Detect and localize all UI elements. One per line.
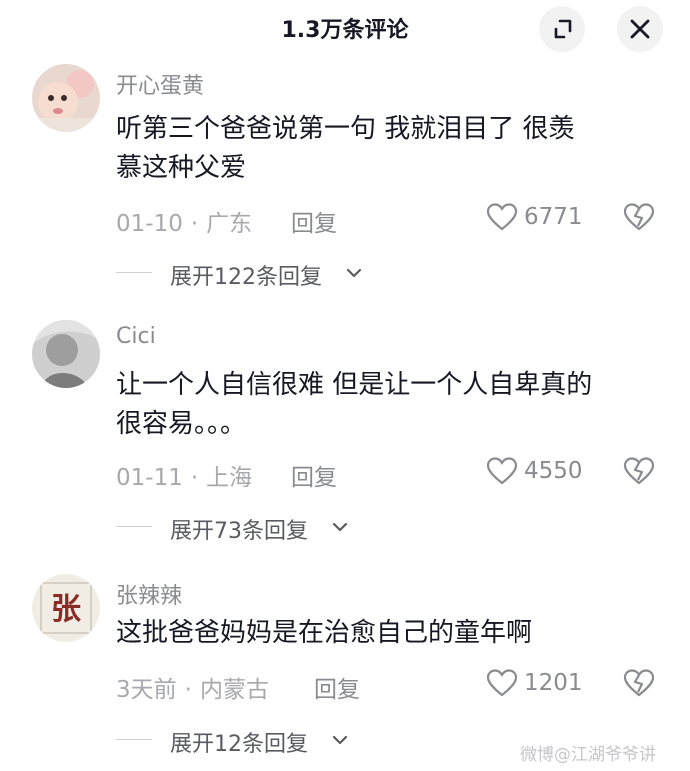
comment-text-line: 听第三个爸爸说第一句 我就泪目了 很羡 (116, 114, 575, 144)
avatar[interactable] (32, 64, 100, 132)
dislike-button[interactable] (623, 202, 655, 236)
avatar[interactable]: 张 (32, 574, 100, 642)
character-avatar-icon: 张 (32, 574, 100, 642)
dislike-button[interactable] (623, 456, 655, 490)
comment-date: 01-10 (116, 211, 183, 237)
watermark: 微博@江湖爷爷讲 (520, 745, 656, 765)
chevron-down-icon (346, 268, 362, 278)
comment-username[interactable]: 开心蛋黄 (116, 68, 204, 100)
avatar[interactable] (32, 320, 100, 388)
expand-button[interactable] (539, 6, 585, 52)
comment-meta: 3天前 · 内蒙古 (116, 677, 269, 703)
reply-button[interactable]: 回复 (291, 204, 337, 238)
divider-line (116, 526, 152, 527)
expand-replies-label: 展开122条回复 (170, 265, 322, 290)
like-count: 6771 (524, 204, 583, 230)
like-count: 4550 (524, 458, 583, 484)
comment-location: 上海 (206, 465, 253, 491)
chevron-down-icon (332, 735, 348, 745)
chevron-down-icon (332, 522, 348, 532)
divider-line (116, 272, 152, 273)
comment-text-line: 很容易。。。 (116, 409, 247, 439)
heart-icon (486, 457, 518, 485)
comment-text: 听第三个爸爸说第一句 我就泪目了 很羡 慕这种父爱 (116, 110, 656, 188)
comment-item: 开心蛋黄 听第三个爸爸说第一句 我就泪目了 很羡 慕这种父爱 01-10 · 广东 … (0, 64, 690, 294)
avatar-character: 张 (51, 592, 81, 627)
comment-date: 3天前 (116, 677, 177, 703)
comment-location: 广东 (206, 211, 253, 237)
reply-button[interactable]: 回复 (291, 458, 337, 492)
divider-line (116, 739, 152, 740)
comment-meta: 01-11 · 上海 (116, 465, 253, 491)
comment-text: 这批爸爸妈妈是在治愈自己的童年啊 (116, 614, 656, 653)
heart-icon (486, 203, 518, 231)
comment-text-line: 慕这种父爱 (116, 153, 247, 183)
broken-heart-icon (623, 457, 655, 485)
comment-date: 01-11 (116, 465, 183, 491)
comment-item: Cici 让一个人自信很难 但是让一个人自卑真的 很容易。。。 01-11 · 上海… (0, 320, 690, 550)
comments-header: 1.3万条评论 (0, 0, 690, 54)
close-button[interactable] (617, 6, 663, 52)
comment-text-line: 这批爸爸妈妈是在治愈自己的童年啊 (116, 618, 533, 648)
comment-username[interactable]: 张辣辣 (116, 578, 182, 610)
comment-item: 张 张辣辣 这批爸爸妈妈是在治愈自己的童年啊 3天前 · 内蒙古 回复 1201 展… (0, 574, 690, 764)
comment-text-line: 让一个人自信很难 但是让一个人自卑真的 (116, 370, 593, 400)
comment-location: 内蒙古 (199, 677, 269, 703)
expand-replies-label: 展开12条回复 (170, 732, 308, 757)
expand-replies-label: 展开73条回复 (170, 519, 308, 544)
comment-text: 让一个人自信很难 但是让一个人自卑真的 很容易。。。 (116, 366, 656, 444)
baby-photo-avatar-icon (32, 64, 100, 132)
broken-heart-icon (623, 669, 655, 697)
broken-heart-icon (623, 203, 655, 231)
reply-button[interactable]: 回复 (314, 670, 360, 704)
close-icon (630, 19, 650, 39)
expand-icon (554, 19, 572, 39)
heart-icon (486, 669, 518, 697)
like-count: 1201 (524, 670, 583, 696)
comment-meta: 01-10 · 广东 (116, 211, 253, 237)
person-photo-avatar-icon (32, 320, 100, 388)
comment-username[interactable]: Cici (116, 324, 156, 349)
dislike-button[interactable] (623, 668, 655, 702)
comment-count-title: 1.3万条评论 (281, 18, 409, 43)
